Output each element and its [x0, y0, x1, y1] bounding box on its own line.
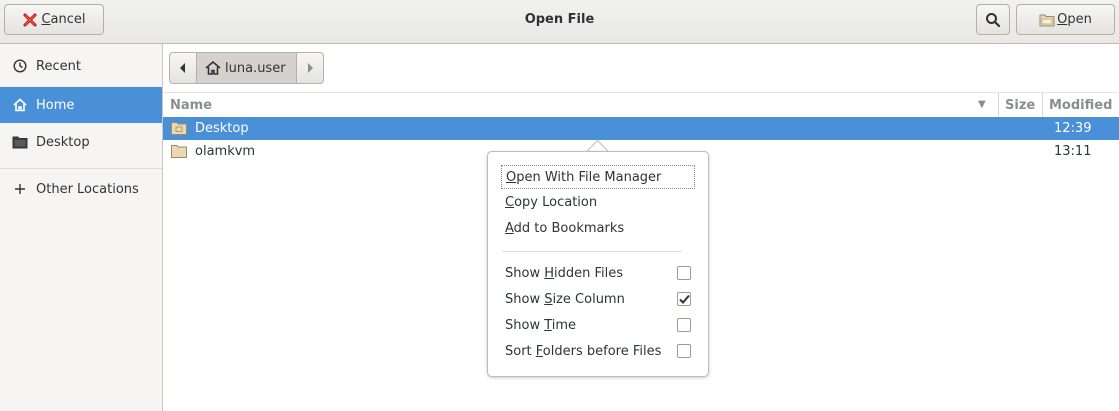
file-modified: 13:11 [1054, 144, 1092, 159]
menu-separator [502, 251, 682, 252]
home-icon [12, 97, 28, 113]
sort-descending-icon: ▼ [978, 99, 986, 110]
file-name: olamkvm [195, 144, 256, 159]
search-icon [986, 12, 1001, 27]
menu-toggle-sort-folders-before-files[interactable]: Sort Folders before Files [505, 339, 661, 363]
sidebar-item-other-locations[interactable]: Other Locations [0, 171, 162, 207]
sidebar-item-label: Desktop [36, 134, 90, 150]
file-row-desktop[interactable]: Desktop 12:39 [163, 117, 1119, 140]
clock-icon [12, 58, 28, 74]
sort-folders-before-files-checkbox[interactable] [677, 344, 691, 358]
file-context-menu: Open With File Manager Copy Location Add… [487, 151, 709, 377]
path-bar: luna.user [169, 52, 324, 84]
chevron-left-icon [180, 63, 185, 73]
sidebar-item-label: Recent [36, 58, 81, 74]
search-button[interactable] [976, 4, 1010, 35]
folder-icon [171, 145, 187, 158]
menu-item-copy-location[interactable]: Copy Location [505, 190, 597, 214]
places-sidebar: Recent Home Desktop Other Locations [0, 44, 163, 411]
menu-item-add-to-bookmarks[interactable]: Add to Bookmarks [505, 216, 624, 240]
sidebar-item-label: Home [36, 97, 75, 113]
menu-item-open-with-file-manager[interactable]: Open With File Manager [501, 165, 695, 189]
sidebar-separator [0, 168, 162, 169]
show-hidden-files-checkbox[interactable] [677, 266, 691, 280]
path-crumb-label: luna.user [225, 60, 286, 76]
plus-icon [12, 181, 28, 197]
chevron-right-icon [307, 63, 313, 73]
path-back-button[interactable] [170, 53, 196, 83]
home-icon [205, 61, 221, 75]
path-crumb-home[interactable]: luna.user [196, 53, 297, 83]
show-size-column-checkbox[interactable] [677, 292, 691, 306]
column-header-size[interactable]: Size [998, 93, 1042, 117]
desktop-folder-icon [171, 122, 187, 135]
sidebar-item-recent[interactable]: Recent [0, 48, 162, 84]
file-modified: 12:39 [1054, 121, 1092, 136]
column-header-name[interactable]: Name [170, 93, 998, 117]
sidebar-item-label: Other Locations [36, 181, 139, 197]
checkmark-icon [678, 294, 690, 304]
path-forward-button[interactable] [297, 53, 323, 83]
column-header-modified[interactable]: Modified [1042, 93, 1119, 117]
file-list-header: Name ▼ Size Modified [163, 92, 1119, 118]
window-title: Open File [524, 12, 595, 27]
header-bar: Cancel Open File Open [0, 0, 1119, 44]
desktop-icon [12, 134, 28, 150]
open-button[interactable]: Open [1016, 4, 1115, 35]
menu-toggle-show-size-column[interactable]: Show Size Column [505, 287, 625, 311]
file-name: Desktop [195, 121, 249, 136]
open-label: Open [1057, 12, 1092, 27]
open-folder-icon [1039, 14, 1055, 26]
show-time-checkbox[interactable] [677, 318, 691, 332]
menu-toggle-show-hidden-files[interactable]: Show Hidden Files [505, 261, 623, 285]
sidebar-item-desktop[interactable]: Desktop [0, 124, 162, 160]
menu-toggle-show-time[interactable]: Show Time [505, 313, 576, 337]
sidebar-item-home[interactable]: Home [0, 87, 162, 123]
